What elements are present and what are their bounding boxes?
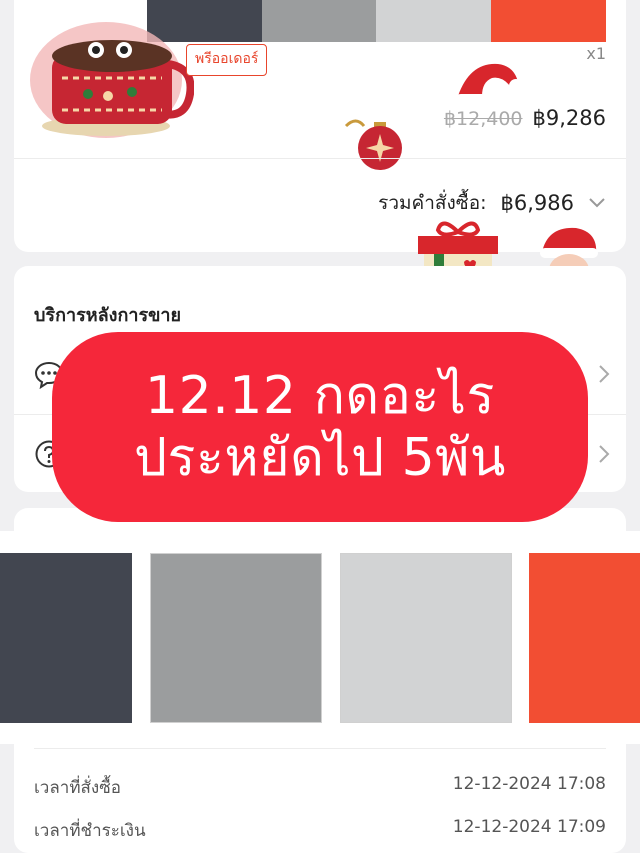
palette-swatch-orange-red — [529, 553, 640, 723]
order-time-row: เวลาที่สั่งซื้อ 12-12-2024 17:08 — [34, 774, 606, 801]
chevron-down-icon[interactable] — [588, 197, 606, 209]
mug-sticker — [30, 22, 194, 138]
ornament-sticker — [344, 119, 402, 170]
current-price: ฿9,286 — [532, 106, 606, 130]
after-sales-title: บริการหลังการขาย — [34, 305, 182, 326]
palette-swatch-gray — [150, 553, 322, 723]
banner-line-2: ประหยัดไป 5พัน — [134, 428, 506, 488]
banner-line-1: 12.12 กดอะไร — [145, 365, 495, 426]
preorder-badge: พรีออเดอร์ — [186, 44, 268, 76]
palette-swatch-light-gray — [340, 553, 512, 723]
original-price: ฿12,400 — [443, 108, 523, 130]
price-row: ฿12,400 ฿9,286 — [444, 106, 606, 130]
order-time-value: 12-12-2024 17:08 — [452, 774, 606, 794]
order-total-value: ฿6,986 — [500, 191, 574, 215]
promo-banner: 12.12 กดอะไร ประหยัดไป 5พัน — [52, 332, 588, 522]
color-palette-panel — [0, 531, 640, 744]
item-quantity: x1 — [586, 44, 606, 63]
divider — [34, 748, 606, 749]
order-total-label: รวมคำสั่งซื้อ: — [378, 192, 487, 214]
payment-time-label: เวลาที่ชำระเงิน — [34, 821, 146, 841]
strip-swatch-5 — [491, 0, 606, 42]
payment-time-row: เวลาที่ชำระเงิน 12-12-2024 17:09 — [34, 817, 606, 844]
order-total-row[interactable]: รวมคำสั่งซื้อ: ฿6,986 — [378, 188, 606, 218]
chevron-right-icon[interactable] — [598, 444, 610, 464]
palette-swatch-charcoal — [0, 553, 132, 723]
strip-swatch-4 — [376, 0, 492, 42]
divider — [14, 158, 626, 159]
strip-swatch-3 — [261, 0, 377, 42]
chevron-right-icon[interactable] — [598, 364, 610, 384]
santa-hat-sticker — [454, 63, 523, 108]
payment-time-value: 12-12-2024 17:09 — [452, 817, 606, 837]
order-time-label: เวลาที่สั่งซื้อ — [34, 778, 121, 798]
